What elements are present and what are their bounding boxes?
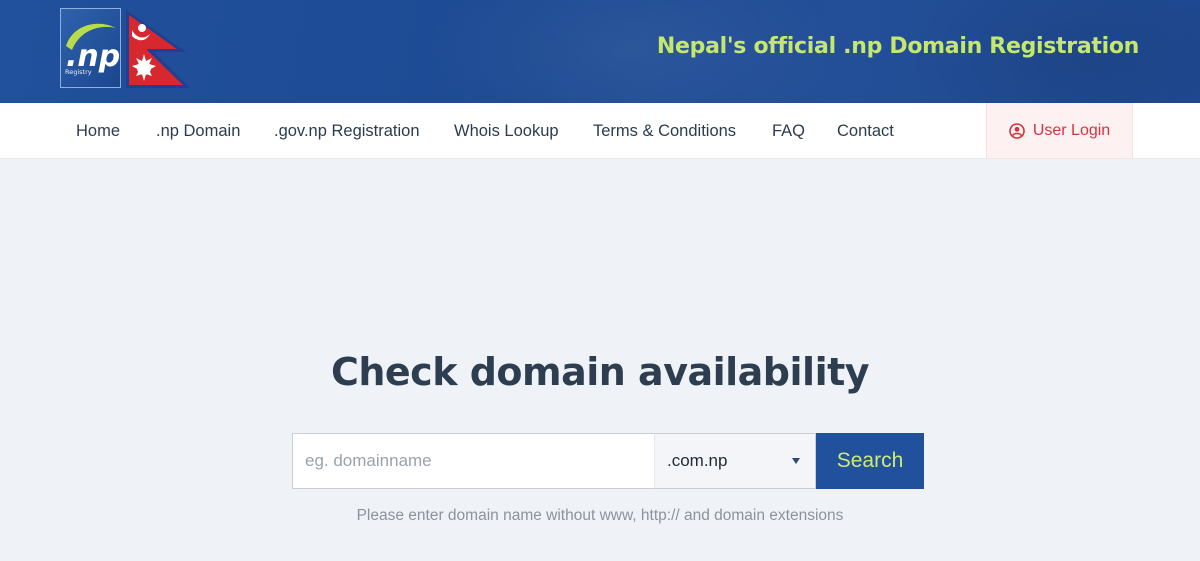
nav-home[interactable]: Home — [76, 103, 120, 159]
extension-selected-value: .com.np — [667, 451, 728, 470]
nav-contact[interactable]: Contact — [837, 103, 894, 159]
user-circle-icon — [1009, 122, 1025, 139]
domain-search-form: .com.np Search — [292, 433, 924, 489]
nav-faq[interactable]: FAQ — [772, 103, 805, 159]
extension-select[interactable]: .com.np — [654, 433, 816, 489]
main-nav: Home .np Domain .gov.np Registration Who… — [0, 103, 1200, 159]
caret-down-icon — [792, 458, 800, 464]
nav-terms-conditions[interactable]: Terms & Conditions — [593, 103, 736, 159]
domain-name-input[interactable] — [292, 433, 654, 489]
nav-np-domain[interactable]: .np Domain — [156, 103, 240, 159]
user-login-label: User Login — [1032, 121, 1111, 139]
site-logo[interactable]: .np Registry — [60, 8, 192, 88]
nav-gov-np-registration[interactable]: .gov.np Registration — [274, 103, 420, 159]
logo-subtext: Registry — [65, 68, 92, 76]
user-login-button[interactable]: User Login — [986, 103, 1133, 159]
site-header: .np Registry Nepal's official .np Domain… — [0, 0, 1200, 103]
search-button[interactable]: Search — [816, 433, 924, 489]
search-hint: Please enter domain name without www, ht… — [356, 507, 844, 524]
nav-whois-lookup[interactable]: Whois Lookup — [454, 103, 559, 159]
page-heading: Check domain availability — [330, 350, 870, 394]
site-title: Nepal's official .np Domain Registration — [656, 34, 1139, 59]
